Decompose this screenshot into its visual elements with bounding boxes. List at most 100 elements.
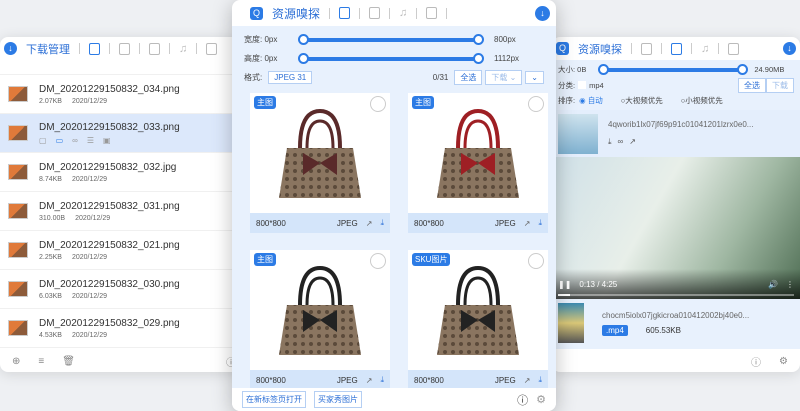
file-thumbnail bbox=[8, 203, 28, 219]
more-icon[interactable]: ⋮ bbox=[786, 280, 794, 289]
select-checkbox[interactable] bbox=[370, 253, 386, 269]
format-jpeg-tag[interactable]: JPEG 31 bbox=[268, 71, 313, 84]
doc-tab-icon[interactable] bbox=[206, 42, 218, 55]
mp4-checkbox[interactable] bbox=[578, 81, 587, 89]
select-checkbox[interactable] bbox=[528, 96, 544, 112]
video-item[interactable]: 4qworib1lx07jf69p91c01041201lzrx0e0... ⤓… bbox=[552, 110, 800, 157]
video-tab-icon[interactable] bbox=[149, 42, 160, 55]
select-checkbox[interactable] bbox=[370, 96, 386, 112]
size-slider[interactable] bbox=[598, 63, 749, 75]
file-thumbnail bbox=[8, 320, 28, 336]
image-dimensions: 800*800 bbox=[414, 375, 444, 385]
video-tab-icon[interactable] bbox=[369, 7, 381, 19]
download-icon[interactable]: ⤓ bbox=[538, 375, 542, 385]
download-icon[interactable]: ⤓ bbox=[538, 218, 542, 228]
height-max: 1112px bbox=[494, 54, 520, 63]
link-icon: ∞ bbox=[72, 135, 78, 145]
image-card[interactable]: 主图 800*800 JPEG ↗ ⤓ bbox=[250, 250, 390, 388]
file-thumbnail bbox=[8, 86, 28, 102]
image-tab-icon[interactable] bbox=[339, 7, 351, 19]
file-size: 4.53KB bbox=[39, 331, 62, 339]
open-external-icon[interactable]: ↗ bbox=[524, 376, 531, 385]
file-list-item[interactable]: DM_20201229150832_034.png 2.07KB 2020/12/2… bbox=[0, 75, 248, 114]
open-external-icon[interactable]: ↗ bbox=[366, 376, 373, 385]
file-size: 6.03KB bbox=[39, 292, 62, 300]
file-list-item[interactable]: DM_20201229150832_021.png 2.25KB 2020/12/2… bbox=[0, 231, 248, 270]
resource-sniffer-panel: Q 资源嗅探 ♫ ↓ 宽度: 0px 800px 高度: 0px 1112px … bbox=[232, 0, 556, 411]
file-date: 2020/12/29 bbox=[75, 214, 111, 222]
image-dimensions: 800*800 bbox=[256, 218, 286, 228]
product-image: 主图 bbox=[408, 93, 548, 213]
sort-small[interactable]: ○小视频优先 bbox=[681, 95, 723, 106]
handbag-image bbox=[279, 108, 361, 198]
download-icon[interactable]: ↓ bbox=[535, 5, 550, 21]
music-tab-icon[interactable]: ♫ bbox=[701, 43, 709, 55]
image-card[interactable]: 主图 800*800 JPEG ↗ ⤓ bbox=[250, 93, 390, 233]
grid-tab-icon[interactable] bbox=[89, 42, 100, 55]
add-icon[interactable]: ⊕ bbox=[12, 356, 20, 367]
panel-title: 资源嗅探 bbox=[578, 43, 622, 56]
music-tab-icon[interactable]: ♫ bbox=[179, 43, 187, 55]
download-icon[interactable]: ↓ bbox=[783, 42, 796, 55]
logo-icon: Q bbox=[556, 42, 569, 55]
select-checkbox[interactable] bbox=[528, 253, 544, 269]
file-list-item[interactable]: DM_20201229150832_030.png 6.03KB 2020/12/2… bbox=[0, 270, 248, 309]
video-player[interactable]: ❚❚ 0:13 / 4:25 🔊 ⋮ bbox=[552, 157, 800, 299]
sort-large[interactable]: ○大视频优先 bbox=[621, 95, 663, 106]
image-grid: 主图 800*800 JPEG ↗ ⤓ 主图 800*800 JPEG ↗ ⤓ … bbox=[232, 90, 556, 388]
buyer-show-button[interactable]: 买家秀图片 bbox=[314, 391, 362, 408]
product-image: 主图 bbox=[250, 93, 390, 213]
file-actions[interactable]: ▢ ▭ ∞ ☰ ▣ bbox=[39, 136, 180, 145]
format-label: 格式: bbox=[244, 73, 263, 82]
panel-title: 资源嗅探 bbox=[272, 6, 321, 21]
download-icon[interactable]: ⤓ bbox=[380, 218, 384, 228]
more-dropdown[interactable]: ⌄ bbox=[525, 71, 544, 84]
filter-icon[interactable]: ≡ bbox=[38, 356, 44, 367]
doc-tab-icon[interactable] bbox=[426, 7, 438, 19]
image-card[interactable]: SKU图片 800*800 JPEG ↗ ⤓ bbox=[408, 250, 548, 388]
select-all-button[interactable]: 全选 bbox=[738, 77, 766, 93]
file-size: 2.25KB bbox=[39, 253, 62, 261]
height-slider[interactable] bbox=[298, 52, 484, 64]
download-icon[interactable]: ⤓ bbox=[380, 375, 384, 385]
image-tab-icon[interactable] bbox=[641, 42, 652, 55]
open-external-icon[interactable]: ↗ bbox=[524, 219, 531, 228]
sort-label: 排序: bbox=[558, 96, 576, 105]
file-list-item[interactable]: DM_20201229150832_033.png ▢ ▭ ∞ ☰ ▣ bbox=[0, 114, 248, 153]
width-label: 宽度: 0px bbox=[244, 35, 278, 44]
pause-icon[interactable]: ❚❚ bbox=[558, 280, 571, 289]
file-list-item[interactable]: DM_20201229150832_032.jpg 8.74KB 2020/12/2… bbox=[0, 153, 248, 192]
download-button[interactable]: 下载 bbox=[766, 77, 794, 93]
file-date: 2020/12/29 bbox=[71, 331, 108, 339]
file-list-item[interactable]: DM_20201229150832_031.png 310.00B 2020/12/… bbox=[0, 192, 248, 231]
video-tab-icon[interactable] bbox=[671, 42, 682, 55]
open-external-icon[interactable]: ↗ bbox=[366, 219, 373, 228]
file-list-item[interactable]: DM_20201229150832_029.png 4.53KB 2020/12/2… bbox=[0, 309, 248, 348]
settings-icon[interactable]: ⚙ bbox=[779, 356, 788, 367]
settings-icon[interactable]: ⚙ bbox=[536, 393, 546, 406]
width-max: 800px bbox=[494, 35, 516, 44]
mp4-option: mp4 bbox=[589, 80, 604, 90]
image-tab-icon[interactable] bbox=[119, 42, 130, 55]
video-item[interactable]: chocm5iolx07jgkicroa010412002bj40e0... .… bbox=[552, 299, 800, 349]
left-footer: ⊕ ≡ 🗑 ⓘ bbox=[0, 350, 248, 372]
video-thumbnail bbox=[558, 303, 584, 343]
width-slider[interactable] bbox=[298, 33, 484, 45]
video-actions[interactable]: ⤓∞↗ bbox=[608, 137, 753, 147]
select-all-button[interactable]: 全选 bbox=[454, 70, 483, 85]
image-dimensions: 800*800 bbox=[256, 375, 286, 385]
open-new-tab-button[interactable]: 在新标签页打开 bbox=[242, 391, 306, 408]
doc-tab-icon[interactable] bbox=[728, 42, 740, 55]
info-icon[interactable]: ⓘ bbox=[751, 354, 761, 369]
volume-icon[interactable]: 🔊 bbox=[768, 280, 778, 289]
image-card[interactable]: 主图 800*800 JPEG ↗ ⤓ bbox=[408, 93, 548, 233]
sort-auto[interactable]: ◉ 自动 bbox=[579, 95, 603, 106]
music-tab-icon[interactable]: ♫ bbox=[399, 7, 407, 19]
video-name: chocm5iolx07jgkicroa010412002bj40e0... bbox=[602, 311, 750, 320]
info-icon[interactable]: ⓘ bbox=[517, 392, 528, 408]
file-name: DM_20201229150832_032.jpg bbox=[39, 161, 177, 173]
image-type-badge: 主图 bbox=[412, 96, 434, 109]
trash-icon[interactable]: 🗑 bbox=[62, 356, 75, 367]
download-button[interactable]: 下载 ⌄ bbox=[485, 70, 523, 85]
progress-bar[interactable] bbox=[558, 294, 794, 296]
